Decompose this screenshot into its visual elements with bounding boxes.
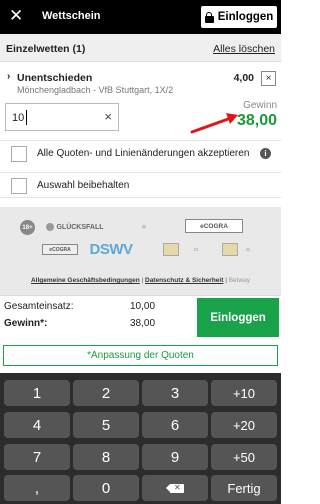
page-title: Wettschein — [42, 10, 101, 22]
chevron-right-icon[interactable]: › — [7, 71, 10, 82]
top-bar: ✕ Wettschein Einloggen — [0, 0, 281, 34]
backspace-key[interactable]: ✕ — [142, 475, 208, 501]
place-bet-login-button[interactable]: Einloggen — [197, 298, 279, 337]
remove-bet-button[interactable]: × — [261, 71, 276, 86]
lock-icon — [204, 11, 214, 23]
privacy-link[interactable]: Datenschutz & Sicherheit — [145, 277, 223, 284]
key-comma[interactable]: , — [4, 475, 70, 501]
total-gain-label: Gewinn*: — [4, 318, 48, 329]
clear-stake-button[interactable]: × — [104, 109, 112, 124]
badge-logo-2 — [222, 243, 238, 256]
dswv-logo: DSWV — [89, 240, 134, 258]
key-plus-10[interactable]: +10 — [211, 380, 277, 406]
keep-selection-option[interactable]: Auswahl beibehalten — [0, 172, 281, 198]
total-gain-value: 38,00 — [130, 318, 156, 329]
key-4[interactable]: 4 — [4, 412, 70, 438]
certificate-logo: ▭ — [193, 246, 199, 253]
accept-changes-option[interactable]: Alle Quoten- und Linienänderungen akzept… — [0, 140, 281, 166]
key-3[interactable]: 3 — [142, 380, 208, 406]
stake-value: 10 — [12, 112, 25, 124]
key-0[interactable]: 0 — [73, 475, 139, 501]
key-9[interactable]: 9 — [142, 444, 208, 470]
terms-link[interactable]: Allgemeine Geschäftsbedingungen — [31, 277, 140, 284]
clear-all-link[interactable]: Alles löschen — [213, 43, 275, 55]
age-restriction-logo: 18+ — [20, 220, 35, 235]
regulator-logo: ◎ — [141, 224, 147, 230]
key-2[interactable]: 2 — [73, 380, 139, 406]
key-1[interactable]: 1 — [4, 380, 70, 406]
badge-logo — [163, 243, 179, 256]
numeric-keypad: 1 2 3 +10 4 5 6 +20 7 8 9 +50 , 0 ✕ Fert… — [0, 373, 281, 504]
ecogra-small-logo: eCOGRA — [42, 244, 78, 255]
info-icon[interactable]: i — [260, 148, 271, 159]
bet-item: › Unentschieden Mönchengladbach - VfB St… — [0, 62, 281, 140]
bet-match: Mönchengladbach - VfB Stuttgart, 1X/2 — [17, 85, 174, 95]
key-5[interactable]: 5 — [73, 412, 139, 438]
key-8[interactable]: 8 — [73, 444, 139, 470]
singles-label: Einzelwetten (1) — [6, 43, 86, 55]
close-icon[interactable]: ✕ — [9, 7, 23, 25]
bet-selection: Unentschieden — [17, 72, 93, 84]
accept-changes-label: Alle Quoten- und Linienänderungen akzept… — [37, 148, 250, 159]
gain-label: Gewinn — [243, 100, 277, 111]
footer-links: Allgemeine Geschäftsbedingungen | Datens… — [30, 277, 251, 284]
trust-logos: 18+ GLÜCKSFALL ◎ eCOGRA eCOGRA DSWV ▭ ▭ … — [0, 207, 281, 295]
betslip-section-header: Einzelwetten (1) Alles löschen — [0, 34, 281, 62]
text-caret — [26, 110, 27, 125]
total-stake-value: 10,00 — [130, 301, 156, 312]
odds-adjustment-button[interactable]: *Anpassung der Quoten — [3, 345, 278, 366]
key-plus-50[interactable]: +50 — [211, 444, 277, 470]
keep-selection-label: Auswahl beibehalten — [37, 180, 130, 191]
login-button[interactable]: Einloggen — [201, 6, 277, 28]
total-stake-label: Gesamteinsatz: — [4, 301, 74, 312]
bet-odds: 4,00 — [233, 72, 254, 84]
key-7[interactable]: 7 — [4, 444, 70, 470]
login-button-label: Einloggen — [217, 11, 274, 23]
key-6[interactable]: 6 — [142, 412, 208, 438]
gain-value: 38,00 — [236, 112, 277, 129]
brand-label: Betway — [228, 277, 251, 284]
ecogra-logo: eCOGRA — [185, 219, 243, 233]
gluecksfall-logo: GLÜCKSFALL — [45, 218, 105, 236]
stake-input[interactable]: 10 × — [5, 103, 119, 131]
key-plus-20[interactable]: +20 — [211, 412, 277, 438]
accept-changes-checkbox[interactable] — [11, 146, 27, 162]
keep-selection-checkbox[interactable] — [11, 178, 27, 194]
backspace-icon: ✕ — [166, 483, 184, 493]
done-key[interactable]: Fertig — [211, 475, 277, 501]
certificate-logo-2: ▭ — [245, 246, 251, 253]
